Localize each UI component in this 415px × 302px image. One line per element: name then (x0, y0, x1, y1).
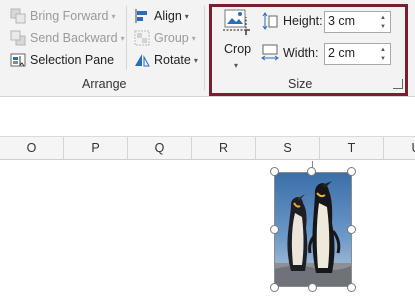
penguins-picture[interactable] (274, 172, 352, 287)
column-header-u[interactable]: U (384, 137, 415, 159)
resize-handle-top-left[interactable] (270, 167, 279, 176)
width-value: 2 cm (328, 46, 356, 60)
resize-handle-middle-right[interactable] (347, 225, 356, 234)
width-spinner[interactable]: ▲ ▼ (377, 44, 390, 64)
chevron-down-icon: ▾ (120, 33, 125, 43)
group-label: Group (154, 31, 189, 45)
height-value: 3 cm (328, 14, 356, 28)
spin-down-icon[interactable]: ▼ (380, 56, 386, 62)
rotate-label: Rotate (154, 53, 191, 67)
separator (204, 6, 205, 90)
chevron-down-icon: ▾ (193, 55, 198, 65)
formula-area (0, 97, 415, 137)
column-header-s[interactable]: S (256, 137, 320, 159)
bring-forward-button[interactable]: Bring Forward ▾ (10, 6, 116, 26)
rotate-icon (134, 52, 150, 68)
selection-pane-label: Selection Pane (30, 53, 115, 67)
resize-handle-top-right[interactable] (347, 167, 356, 176)
height-spinner[interactable]: ▲ ▼ (377, 12, 390, 32)
width-label: Width: (283, 46, 319, 60)
chevron-down-icon: ▾ (191, 33, 196, 43)
height-field-group: Height: (261, 11, 323, 31)
crop-icon (222, 9, 252, 37)
align-icon (134, 8, 150, 24)
size-group-label: Size (288, 77, 313, 91)
chevron-down-icon: ▾ (234, 61, 239, 70)
height-icon (261, 12, 279, 30)
column-header-q[interactable]: Q (128, 137, 192, 159)
arrange-group-label: Arrange (82, 77, 127, 91)
column-header-t[interactable]: T (320, 137, 384, 159)
group-button[interactable]: Group ▾ (134, 28, 196, 48)
rotation-handle[interactable] (307, 167, 316, 176)
resize-handle-middle-left[interactable] (270, 225, 279, 234)
spin-up-icon[interactable]: ▲ (380, 47, 386, 53)
spin-up-icon[interactable]: ▲ (380, 15, 386, 21)
rotate-button[interactable]: Rotate ▾ (134, 50, 198, 70)
column-header-p[interactable]: P (64, 137, 128, 159)
height-input[interactable]: 3 cm ▲ ▼ (324, 11, 391, 33)
send-backward-icon (10, 30, 26, 46)
group-icon (134, 30, 150, 46)
spin-down-icon[interactable]: ▼ (380, 24, 386, 30)
height-label: Height: (283, 14, 323, 28)
bring-forward-label: Bring Forward (30, 9, 109, 23)
crop-button[interactable]: Crop ▾ (220, 9, 256, 71)
resize-handle-bottom-left[interactable] (270, 283, 279, 292)
column-header-o[interactable]: O (0, 137, 64, 159)
crop-label: Crop (224, 42, 252, 56)
align-label: Align (154, 9, 182, 23)
bring-forward-icon (10, 8, 26, 24)
selection-pane-icon (10, 52, 26, 68)
selection-pane-button[interactable]: Selection Pane (10, 50, 114, 70)
width-icon (261, 44, 279, 62)
chevron-down-icon: ▾ (184, 11, 189, 21)
resize-handle-bottom-center[interactable] (308, 283, 317, 292)
chevron-down-icon: ▾ (111, 11, 116, 21)
dialog-launcher-icon[interactable] (393, 79, 403, 89)
resize-handle-bottom-right[interactable] (347, 283, 356, 292)
send-backward-button[interactable]: Send Backward ▾ (10, 28, 125, 48)
align-button[interactable]: Align ▾ (134, 6, 189, 26)
column-header-r[interactable]: R (192, 137, 256, 159)
column-header-row: O P Q R S T U (0, 137, 415, 160)
send-backward-label: Send Backward (30, 31, 118, 45)
width-input[interactable]: 2 cm ▲ ▼ (324, 43, 391, 65)
width-field-group: Width: (261, 43, 318, 63)
separator (126, 6, 127, 70)
